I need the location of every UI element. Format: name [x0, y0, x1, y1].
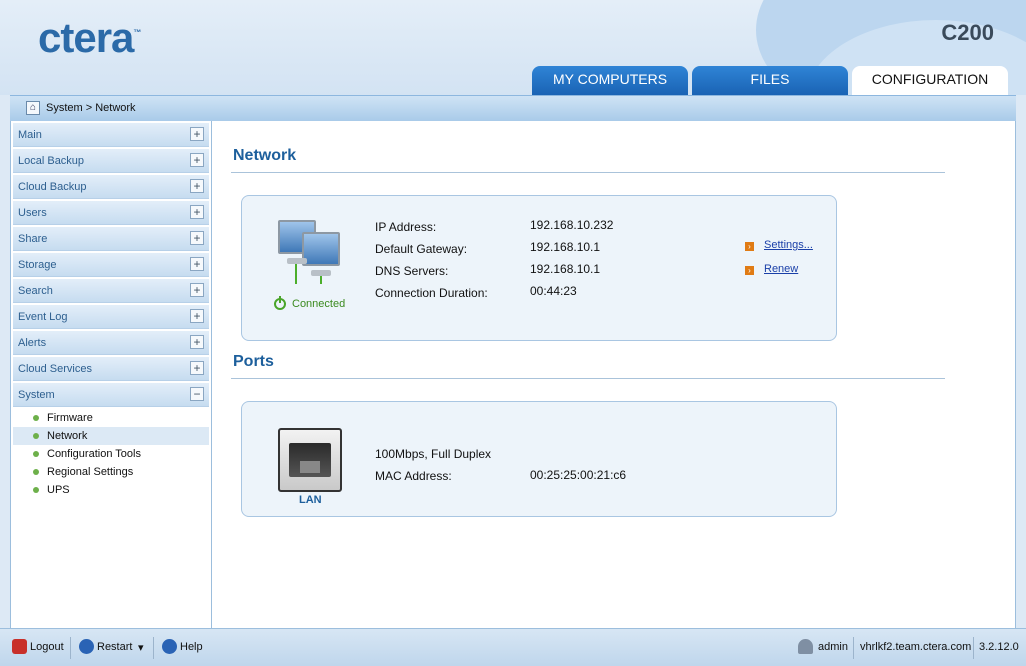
bullet-icon — [33, 487, 39, 493]
renew-link[interactable]: Renew — [764, 263, 798, 275]
port-speed: 100Mbps, Full Duplex — [375, 447, 492, 461]
expand-icon[interactable]: + — [190, 127, 204, 141]
sidebar-item-main[interactable]: Main + — [13, 123, 209, 147]
sidebar-item-users[interactable]: Users + — [13, 201, 209, 225]
dns-servers-label: DNS Servers: — [375, 264, 449, 278]
main-tabs: MY COMPUTERS FILES CONFIGURATION — [532, 66, 1008, 95]
network-computers-icon — [276, 218, 348, 290]
dns-servers-value: 192.168.10.1 — [530, 262, 601, 276]
ethernet-port-icon — [278, 428, 342, 492]
expand-icon[interactable]: + — [190, 361, 204, 375]
ip-address-value: 192.168.10.232 — [530, 218, 614, 232]
user-icon — [798, 639, 813, 654]
restart-button[interactable]: Restart — [97, 641, 132, 653]
tab-my-computers[interactable]: MY COMPUTERS — [532, 66, 688, 95]
restart-dropdown-caret[interactable]: ▾ — [138, 641, 144, 654]
ports-panel: LAN 100Mbps, Full Duplex MAC Address: 00… — [241, 401, 837, 517]
sidebar-subitem-firmware[interactable]: Firmware — [13, 409, 209, 427]
logout-icon[interactable] — [12, 639, 27, 654]
tab-configuration[interactable]: CONFIGURATION — [852, 66, 1008, 95]
sidebar-item-alerts[interactable]: Alerts + — [13, 331, 209, 355]
bullet-icon — [33, 433, 39, 439]
sidebar-item-cloud-services[interactable]: Cloud Services + — [13, 357, 209, 381]
device-model: C200 — [941, 20, 994, 45]
app-header: ctera™ C200 MY COMPUTERS FILES CONFIGURA… — [0, 0, 1026, 95]
sidebar-subitem-configuration-tools[interactable]: Configuration Tools — [13, 445, 209, 463]
restart-icon[interactable] — [79, 639, 94, 654]
status-bar: Logout Restart ▾ Help admin vhrlkf2.team… — [0, 628, 1026, 666]
bullet-icon — [33, 469, 39, 475]
divider — [231, 172, 945, 173]
network-section-title: Network — [233, 147, 297, 164]
divider — [70, 637, 71, 659]
sidebar-item-event-log[interactable]: Event Log + — [13, 305, 209, 329]
host-name: vhrlkf2.team.ctera.com — [860, 641, 972, 653]
expand-icon[interactable]: + — [190, 335, 204, 349]
divider — [973, 637, 974, 659]
default-gateway-label: Default Gateway: — [375, 242, 468, 256]
system-submenu: Firmware Network Configuration Tools Reg… — [11, 409, 211, 499]
expand-icon[interactable]: + — [190, 153, 204, 167]
sidebar-item-share[interactable]: Share + — [13, 227, 209, 251]
port-label: LAN — [299, 494, 322, 506]
sidebar-subitem-regional-settings[interactable]: Regional Settings — [13, 463, 209, 481]
connection-duration-value: 00:44:23 — [530, 284, 577, 298]
divider — [231, 378, 945, 379]
sidebar-item-cloud-backup[interactable]: Cloud Backup + — [13, 175, 209, 199]
arrow-right-icon: › — [745, 266, 754, 275]
home-icon[interactable]: ⌂ — [26, 101, 40, 115]
ip-address-label: IP Address: — [375, 220, 437, 234]
connection-duration-label: Connection Duration: — [375, 286, 488, 300]
sidebar: Main + Local Backup + Cloud Backup + Users +… — [11, 121, 212, 628]
expand-icon[interactable]: + — [190, 179, 204, 193]
sidebar-item-system[interactable]: System − — [13, 383, 209, 407]
breadcrumb: System > Network — [46, 102, 136, 114]
help-icon[interactable] — [162, 639, 177, 654]
tab-files[interactable]: FILES — [692, 66, 848, 95]
divider — [853, 637, 854, 659]
expand-icon[interactable]: + — [190, 283, 204, 297]
collapse-icon[interactable]: − — [190, 387, 204, 401]
ports-section-title: Ports — [233, 353, 274, 370]
mac-address-label: MAC Address: — [375, 469, 452, 483]
expand-icon[interactable]: + — [190, 231, 204, 245]
sidebar-subitem-network[interactable]: Network — [13, 427, 209, 445]
main-frame: Main + Local Backup + Cloud Backup + Users +… — [10, 121, 1016, 628]
sidebar-item-local-backup[interactable]: Local Backup + — [13, 149, 209, 173]
ctera-logo: ctera™ — [38, 14, 141, 61]
sidebar-item-search[interactable]: Search + — [13, 279, 209, 303]
help-button[interactable]: Help — [180, 641, 203, 653]
expand-icon[interactable]: + — [190, 205, 204, 219]
divider — [153, 637, 154, 659]
bullet-icon — [33, 415, 39, 421]
firmware-version: 3.2.12.0 — [979, 641, 1019, 653]
expand-icon[interactable]: + — [190, 309, 204, 323]
mac-address-value: 00:25:25:00:21:c6 — [530, 468, 627, 482]
network-panel: Connected IP Address: 192.168.10.232 Def… — [241, 195, 837, 341]
power-icon — [274, 296, 286, 310]
arrow-right-icon: › — [745, 242, 754, 251]
breadcrumb-bar: ⌂ System > Network — [10, 95, 1016, 121]
expand-icon[interactable]: + — [190, 257, 204, 271]
sidebar-subitem-ups[interactable]: UPS — [13, 481, 209, 499]
current-user: admin — [818, 641, 848, 653]
settings-link[interactable]: Settings... — [764, 239, 813, 251]
default-gateway-value: 192.168.10.1 — [530, 240, 601, 254]
content-area: Network Connected IP Address: 192.168.10… — [213, 121, 1017, 628]
logout-button[interactable]: Logout — [30, 641, 64, 653]
sidebar-item-storage[interactable]: Storage + — [13, 253, 209, 277]
bullet-icon — [33, 451, 39, 457]
